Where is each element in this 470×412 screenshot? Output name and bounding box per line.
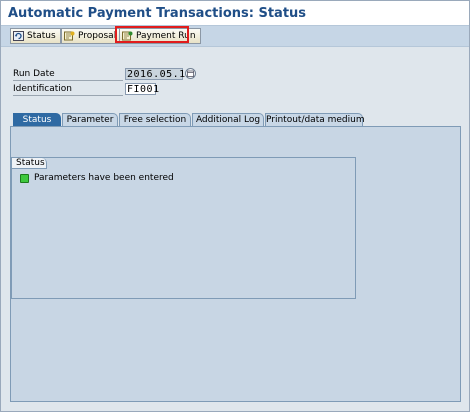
calendar-icon[interactable] [185, 68, 196, 79]
tab-free-selection[interactable]: Free selection [119, 113, 191, 126]
payment-run-button[interactable]: Payment Run [119, 28, 201, 44]
run-date-underline [13, 80, 123, 81]
title-bar: Automatic Payment Transactions: Status [1, 1, 469, 25]
tab-parameter[interactable]: Parameter [62, 113, 118, 126]
status-message: Parameters have been entered [34, 173, 174, 183]
proposal-icon [64, 31, 75, 41]
proposal-button-label: Proposal [78, 31, 117, 41]
tab-printout-data-medium[interactable]: Printout/data medium [265, 113, 365, 126]
refresh-icon [13, 31, 24, 41]
payment-run-button-label: Payment Run [136, 31, 196, 41]
proposal-button[interactable]: Proposal [61, 28, 122, 44]
green-led-icon [20, 174, 29, 183]
tab-status[interactable]: Status [13, 113, 61, 126]
status-button[interactable]: Status [10, 28, 61, 44]
status-button-label: Status [27, 31, 56, 41]
tab-additional-log[interactable]: Additional Log [192, 113, 264, 126]
status-group-title: Status [12, 158, 47, 169]
run-date-field[interactable]: 2016.05.13 [125, 68, 192, 80]
identification-field[interactable]: FI001 [125, 83, 159, 95]
payment-run-icon [122, 31, 133, 41]
identification-underline [13, 95, 123, 96]
page-title: Automatic Payment Transactions: Status [8, 6, 307, 21]
identification-label: Identification [13, 84, 73, 94]
application-toolbar: Status Proposal Payment Run [1, 25, 469, 47]
run-date-label: Run Date [13, 69, 55, 79]
